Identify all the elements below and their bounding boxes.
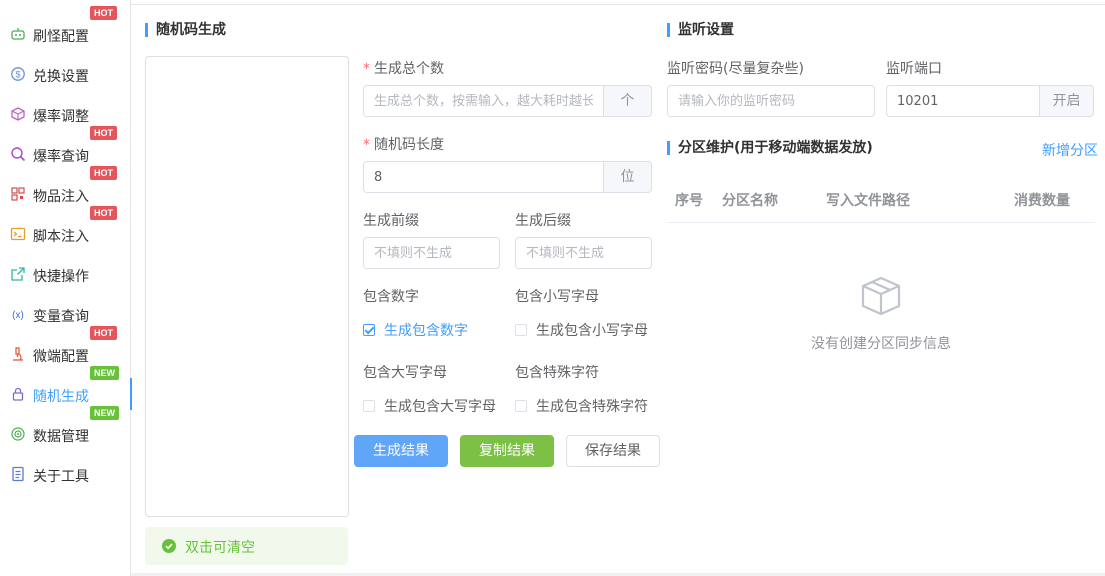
sidebar-item-label: 兑换设置: [33, 69, 89, 85]
sidebar-item-label: 爆率查询: [33, 149, 89, 165]
hot-badge: HOT: [90, 206, 117, 220]
result-output-box[interactable]: [145, 56, 349, 517]
code-length-unit: 位: [604, 161, 652, 193]
generate-button[interactable]: 生成结果: [354, 435, 448, 467]
sidebar-item-label: 爆率调整: [33, 109, 89, 125]
digits-checkbox[interactable]: 生成包含数字: [363, 320, 468, 340]
top-divider: [0, 0, 1105, 5]
total-count-unit: 个: [604, 85, 652, 117]
sidebar-item-label: 随机生成: [33, 389, 89, 405]
copy-button[interactable]: 复制结果: [460, 435, 554, 467]
microscope-icon: [13, 347, 23, 361]
svg-text:(x): (x): [12, 310, 24, 321]
sidebar: 刷怪配置 HOT $ 兑换设置 爆率调整 爆率查询 HOT 物品注入 HOT 脚…: [0, 0, 132, 576]
code-length-label: * 随机码长度: [363, 137, 444, 153]
qrcode-icon: [11, 187, 25, 201]
search-icon: [11, 147, 26, 162]
table-header-divider: [667, 222, 1095, 223]
column-header-name: 分区名称: [722, 193, 778, 209]
hot-badge: HOT: [90, 166, 117, 180]
column-header-index: 序号: [675, 193, 703, 209]
robot-icon: [11, 28, 25, 40]
lowercase-checkbox[interactable]: 生成包含小写字母: [515, 320, 648, 340]
uppercase-option-label: 包含大写字母: [363, 365, 447, 381]
partition-section-title: 分区维护(用于移动端数据发放): [667, 141, 873, 155]
uppercase-checkbox[interactable]: 生成包含大写字母: [363, 396, 496, 416]
clear-tip-text: 双击可清空: [185, 540, 255, 556]
clear-tip: 双击可清空: [145, 527, 348, 565]
code-length-input[interactable]: [363, 161, 604, 193]
sidebar-item-monster-config[interactable]: 刷怪配置 HOT: [0, 6, 130, 50]
checkbox-box: [515, 324, 527, 336]
listen-password-input[interactable]: [667, 85, 875, 117]
save-button[interactable]: 保存结果: [566, 435, 660, 467]
box-icon: [11, 107, 25, 121]
total-count-label: * 生成总个数: [363, 61, 444, 77]
sidebar-item-label: 关于工具: [33, 469, 89, 485]
total-count-input[interactable]: [363, 85, 604, 117]
empty-partition-text: 没有创建分区同步信息: [811, 336, 951, 352]
sidebar-item-label: 变量查询: [33, 309, 89, 325]
hot-badge: HOT: [90, 326, 117, 340]
sidebar-item-about[interactable]: 关于工具: [0, 458, 130, 490]
external-link-icon: [11, 267, 25, 281]
listen-section-title: 监听设置: [667, 23, 734, 37]
prefix-input[interactable]: [363, 237, 500, 269]
target-icon: [11, 427, 25, 441]
special-checkbox[interactable]: 生成包含特殊字符: [515, 396, 648, 416]
variable-icon: (x): [12, 310, 24, 321]
special-option-label: 包含特殊字符: [515, 365, 599, 381]
checkbox-label: 生成包含特殊字符: [536, 399, 648, 415]
checkbox-label: 生成包含数字: [384, 323, 468, 339]
hot-badge: HOT: [90, 6, 117, 20]
sidebar-item-label: 数据管理: [33, 429, 89, 445]
document-icon: [12, 466, 24, 482]
listen-port-input[interactable]: [886, 85, 1040, 117]
column-header-path: 写入文件路径: [826, 193, 910, 209]
listen-start-button[interactable]: 开启: [1040, 85, 1094, 117]
add-partition-link[interactable]: 新增分区: [1042, 140, 1098, 160]
check-circle-icon: [162, 539, 176, 553]
checkbox-box: [363, 400, 375, 412]
new-badge: NEW: [90, 406, 119, 420]
sidebar-item-label: 物品注入: [33, 189, 89, 205]
new-badge: NEW: [90, 366, 119, 380]
sidebar-item-data-manage[interactable]: 数据管理 NEW: [0, 406, 130, 450]
sidebar-item-script-inject[interactable]: 脚本注入 HOT: [0, 206, 130, 250]
sidebar-item-label: 微端配置: [33, 349, 89, 365]
prefix-label: 生成前缀: [363, 213, 419, 229]
lock-icon: [12, 387, 24, 401]
checkbox-box: [515, 400, 527, 412]
coin-icon: $: [11, 67, 25, 81]
random-section-title: 随机码生成: [145, 23, 226, 37]
suffix-input[interactable]: [515, 237, 652, 269]
lowercase-option-label: 包含小写字母: [515, 289, 599, 305]
terminal-icon: [10, 227, 26, 241]
sidebar-item-label: 刷怪配置: [33, 29, 89, 45]
empty-box-icon: [861, 276, 901, 316]
checkbox-box: [363, 324, 375, 336]
column-header-consumption: 消费数量: [1014, 193, 1070, 209]
sidebar-item-label: 快捷操作: [33, 269, 89, 285]
svg-text:$: $: [15, 70, 20, 80]
sidebar-item-exchange[interactable]: $ 兑换设置: [0, 58, 130, 90]
listen-password-label: 监听密码(尽量复杂些): [667, 61, 804, 77]
sidebar-item-quick-action[interactable]: 快捷操作: [0, 258, 130, 290]
suffix-label: 生成后缀: [515, 213, 571, 229]
digits-option-label: 包含数字: [363, 289, 419, 305]
hot-badge: HOT: [90, 126, 117, 140]
checkbox-label: 生成包含大写字母: [384, 399, 496, 415]
checkbox-label: 生成包含小写字母: [536, 323, 648, 339]
listen-port-label: 监听端口: [886, 61, 942, 77]
sidebar-item-label: 脚本注入: [33, 229, 89, 245]
